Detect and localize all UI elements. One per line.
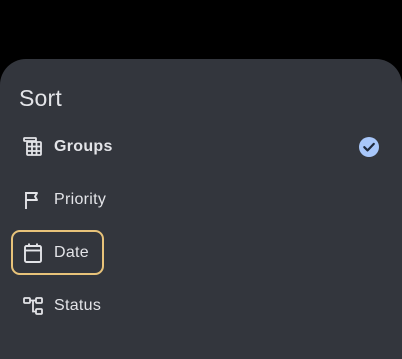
sort-option-label: Priority bbox=[54, 191, 107, 208]
check-circle-icon bbox=[358, 136, 380, 158]
flag-icon bbox=[22, 189, 44, 211]
sort-option-priority[interactable]: Priority bbox=[0, 180, 402, 220]
sheet-title: Sort bbox=[19, 85, 62, 111]
sort-option-label: Groups bbox=[54, 138, 113, 155]
sort-option-date[interactable]: Date bbox=[0, 233, 402, 273]
calendar-icon bbox=[22, 242, 44, 264]
sort-option-label: Date bbox=[54, 244, 89, 261]
sort-option-status[interactable]: Status bbox=[0, 286, 402, 326]
sort-option-label: Status bbox=[54, 297, 102, 314]
groups-icon bbox=[22, 136, 44, 158]
sort-option-groups[interactable]: Groups bbox=[0, 127, 402, 167]
status-tree-icon bbox=[22, 295, 44, 317]
